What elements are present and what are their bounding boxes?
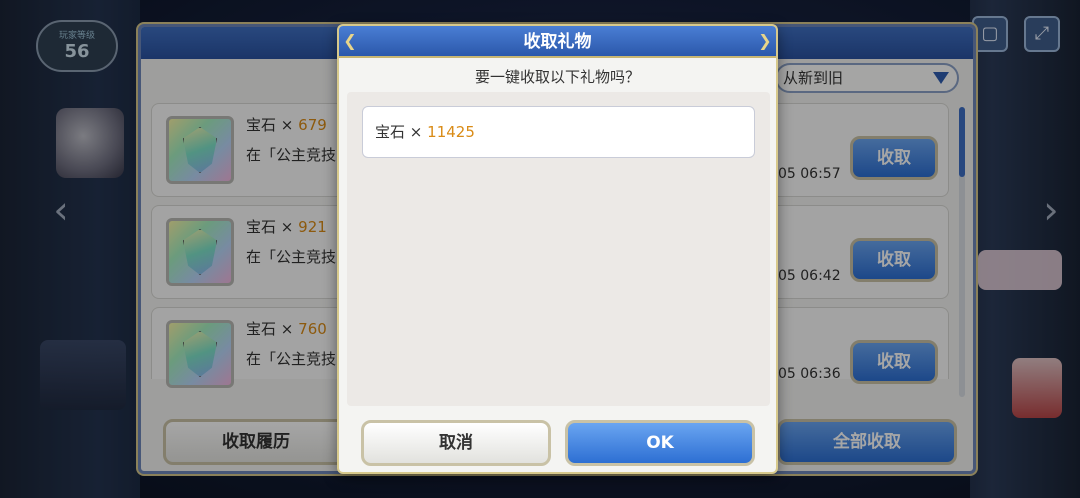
cancel-button[interactable]: 取消 xyxy=(361,420,551,466)
dialog-title: 收取礼物 xyxy=(523,32,592,52)
dialog-body: 宝石 × 11425 xyxy=(347,92,770,406)
summary-item-name: 宝石 xyxy=(375,123,406,141)
dialog-header: ❮ 收取礼物 ❯ xyxy=(339,26,776,58)
dialog-question: 要一键收取以下礼物吗？ xyxy=(474,68,640,86)
ornament-icon: ❮ xyxy=(343,31,357,50)
ornament-icon: ❯ xyxy=(758,31,772,50)
gift-summary: 宝石 × 11425 xyxy=(362,106,755,158)
receive-gifts-dialog: ❮ 收取礼物 ❯ 要一键收取以下礼物吗？ 宝石 × 11425 取消 OK xyxy=(337,24,778,474)
summary-quantity: 11425 xyxy=(427,123,475,141)
summary-times: × xyxy=(409,123,423,141)
ok-button[interactable]: OK xyxy=(565,420,755,466)
